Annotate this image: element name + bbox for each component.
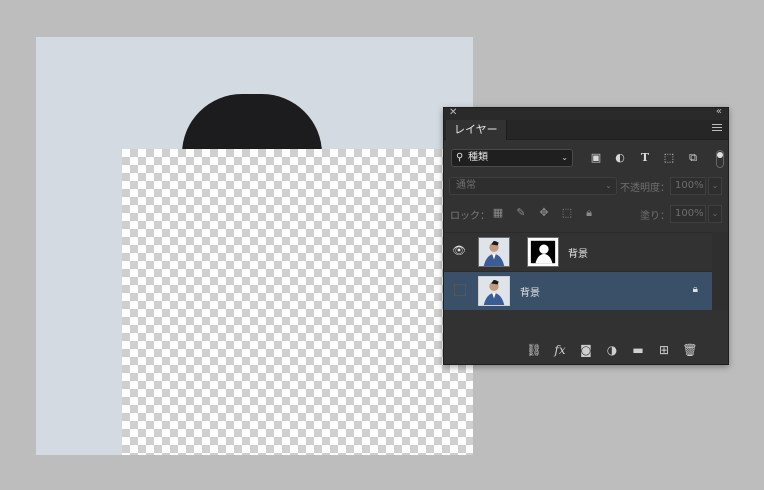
layer-list-scrollbar[interactable] [712,232,728,310]
panel-menu-icon[interactable] [712,124,722,134]
opacity-label: 不透明度： [620,183,670,194]
blend-mode-value: 通常 [456,180,476,191]
document-canvas[interactable] [36,37,473,455]
lock-position-icon[interactable]: ✥ [537,206,551,220]
tab-layers[interactable]: レイヤー [446,120,507,140]
chevron-down-icon: ⌄ [605,181,612,190]
panel-tabbar: レイヤー [444,120,728,140]
layer-thumbnail[interactable] [478,237,510,267]
layer-mask-thumbnail[interactable] [527,237,559,267]
blend-mode-select[interactable]: 通常 ⌄ [449,177,617,195]
fill-chevron-icon[interactable]: ⌄ [708,205,722,223]
close-panel-icon[interactable]: ✕ [449,107,457,118]
new-adjustment-icon[interactable]: ◑ [604,342,620,358]
filter-kind-value: 種類 [468,152,488,163]
filter-toggle[interactable] [716,150,724,168]
eye-icon[interactable]: 👁︎ [452,245,466,257]
panel-footer: ⛓︎ fx ◙ ◑ ▬ ⊞ 🗑︎ [444,336,728,364]
visibility-toggle-empty[interactable] [454,284,466,296]
add-mask-icon[interactable]: ◙ [578,342,594,358]
fill-input[interactable]: 100% [670,205,706,223]
shape-filter-icon[interactable]: ⬚ [662,151,676,165]
layer-row-selected[interactable]: 背景 🔒︎ [444,272,712,310]
link-layers-icon[interactable]: ⛓︎ [526,342,542,358]
lock-artboard-icon[interactable]: ⬚ [560,206,574,220]
panel-header: ✕ « [444,106,728,120]
filter-row: ⚲ 種類 ⌄ ▣ ◐ T ⬚ ⧉ [444,148,728,168]
masked-subject-image [258,207,468,455]
search-icon: ⚲ [456,152,464,163]
lock-all-icon[interactable]: 🔒︎ [582,206,596,220]
lock-label: ロック： [450,211,490,222]
layer-name[interactable]: 背景 [520,284,540,299]
type-filter-icon[interactable]: T [638,151,652,165]
lock-row: ロック： ▦ ✎ ✥ ⬚ 🔒︎ 塗り： 100% ⌄ [444,205,728,223]
layers-panel: ✕ « レイヤー ⚲ 種類 ⌄ ▣ ◐ T ⬚ ⧉ 通常 ⌄ 不透明度： 100… [443,106,729,365]
new-group-icon[interactable]: ▬ [630,342,646,358]
smart-object-filter-icon[interactable]: ⧉ [686,151,700,165]
collapse-panel-icon[interactable]: « [716,106,722,117]
adjustment-filter-icon[interactable]: ◐ [613,151,627,165]
delete-layer-icon[interactable]: 🗑︎ [682,342,698,358]
lock-transparent-pixels-icon[interactable]: ▦ [491,206,505,220]
chevron-down-icon: ⌄ [561,153,568,162]
new-layer-icon[interactable]: ⊞ [656,342,672,358]
image-filter-icon[interactable]: ▣ [589,151,603,165]
fill-label: 塗り： [640,211,670,222]
opacity-chevron-icon[interactable]: ⌄ [708,177,722,195]
layer-lock-icon: 🔒︎ [692,284,698,295]
layer-thumbnail[interactable] [478,276,510,306]
fx-icon[interactable]: fx [552,342,568,358]
blend-row: 通常 ⌄ 不透明度： 100% ⌄ [444,177,728,195]
filter-kind-select[interactable]: ⚲ 種類 ⌄ [451,149,573,167]
layer-row[interactable]: 👁︎ 背景 [444,233,712,271]
lock-image-pixels-icon[interactable]: ✎ [514,206,528,220]
layer-name[interactable]: 背景 [568,245,588,260]
opacity-input[interactable]: 100% [670,177,706,195]
layer-list: 👁︎ 背景 背景 🔒︎ [444,232,712,310]
